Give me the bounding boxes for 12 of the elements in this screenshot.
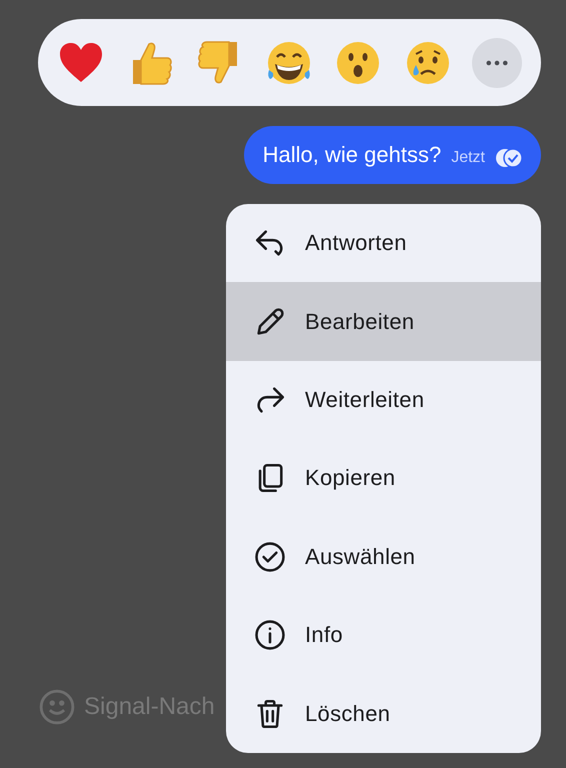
menu-item[interactable]: Antworten [226, 204, 541, 282]
check-circle-icon [253, 540, 287, 574]
message-text: Hallo, wie gehtss? [262, 142, 442, 168]
info-icon [253, 618, 287, 652]
menu-item[interactable]: Info [226, 596, 541, 675]
menu-item[interactable]: Auswählen [226, 518, 541, 596]
menu-item[interactable]: Weiterleiten [226, 360, 541, 440]
message-time: Jetzt [451, 149, 485, 167]
menu-item[interactable]: Bearbeiten [226, 282, 541, 361]
menu-item[interactable]: Löschen [226, 674, 541, 753]
menu-item[interactable]: Kopieren [226, 439, 541, 518]
dots-icon [486, 60, 508, 66]
